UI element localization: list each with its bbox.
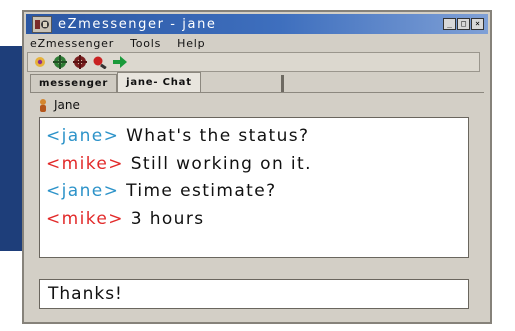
status-icon[interactable] — [32, 55, 48, 69]
menu-tools[interactable]: Tools — [130, 37, 161, 50]
tab-jane-chat[interactable]: jane- Chat — [117, 72, 201, 93]
message-line: <mike> Still working on it. — [46, 151, 462, 179]
close-button[interactable]: × — [471, 18, 484, 30]
chat-panel: Jane <jane> What's the status? <mike> St… — [30, 92, 484, 309]
toolbar — [27, 52, 480, 72]
forward-arrow-icon[interactable] — [112, 55, 128, 69]
contact-icon — [40, 99, 46, 112]
group-icon[interactable] — [72, 55, 88, 69]
message-text: Time estimate? — [126, 181, 277, 201]
menu-help[interactable]: Help — [177, 37, 205, 50]
background-panel — [0, 46, 22, 251]
chat-window: eZmessenger - jane _ □ × eZmessenger Too… — [22, 10, 492, 324]
users-icon[interactable] — [52, 55, 68, 69]
window-title: eZmessenger - jane — [58, 16, 217, 32]
message-input[interactable]: Thanks! — [39, 279, 469, 309]
tab-bar-divider — [280, 75, 284, 93]
message-nick: <jane> — [46, 126, 120, 146]
message-text: Still working on it. — [130, 153, 312, 174]
maximize-button[interactable]: □ — [457, 18, 470, 30]
app-logo-icon — [32, 15, 52, 33]
minimize-button[interactable]: _ — [443, 18, 456, 30]
title-bar[interactable]: eZmessenger - jane _ □ × — [26, 14, 488, 34]
room-header: Jane — [38, 98, 80, 112]
search-icon[interactable] — [92, 55, 108, 69]
tab-messenger[interactable]: messenger — [30, 74, 118, 93]
message-line: <jane> What's the status? — [46, 123, 462, 151]
menu-ezmessenger[interactable]: eZmessenger — [30, 37, 114, 50]
chat-transcript[interactable]: <jane> What's the status? <mike> Still w… — [39, 117, 469, 258]
message-text: 3 hours — [130, 208, 205, 229]
window-controls: _ □ × — [443, 18, 484, 30]
message-nick: <jane> — [46, 181, 120, 201]
menu-bar: eZmessenger Tools Help — [26, 35, 488, 51]
message-line: <mike> 3 hours — [46, 206, 462, 234]
tab-bar: messenger jane- Chat — [30, 72, 290, 93]
room-name: Jane — [54, 98, 80, 112]
message-text: What's the status? — [126, 126, 310, 146]
message-nick: <mike> — [46, 153, 124, 174]
message-nick: <mike> — [46, 208, 124, 229]
message-line: <jane> Time estimate? — [46, 178, 462, 206]
